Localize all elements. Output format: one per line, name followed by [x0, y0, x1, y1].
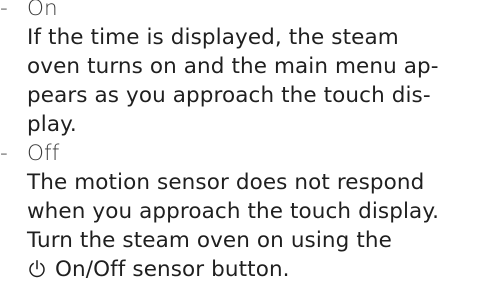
paragraph-line: The motion sensor does not respond	[27, 170, 425, 195]
paragraph-line: pears as you approach the touch dis-	[27, 83, 431, 108]
option-off-heading: - Off	[0, 139, 59, 168]
option-label-off: Off	[27, 141, 60, 166]
option-on-heading: - On	[0, 0, 58, 23]
paragraph-line: Turn the steam oven on using the	[27, 228, 392, 253]
on-off-button-text: On/Off sensor button.	[55, 257, 290, 282]
option-label-on: On	[27, 0, 58, 21]
paragraph-line: when you approach the touch display.	[27, 199, 440, 224]
paragraph-line: oven turns on and the main menu ap-	[27, 54, 439, 79]
button-reference-line: On/Off sensor button.	[27, 255, 290, 284]
option-bullet: -	[0, 0, 8, 21]
instruction-text: - On If the time is displayed, the steam …	[0, 0, 486, 305]
option-bullet: -	[0, 141, 8, 166]
power-icon	[27, 259, 47, 279]
paragraph-line: If the time is displayed, the steam	[27, 25, 399, 50]
paragraph-line: play.	[27, 112, 77, 137]
